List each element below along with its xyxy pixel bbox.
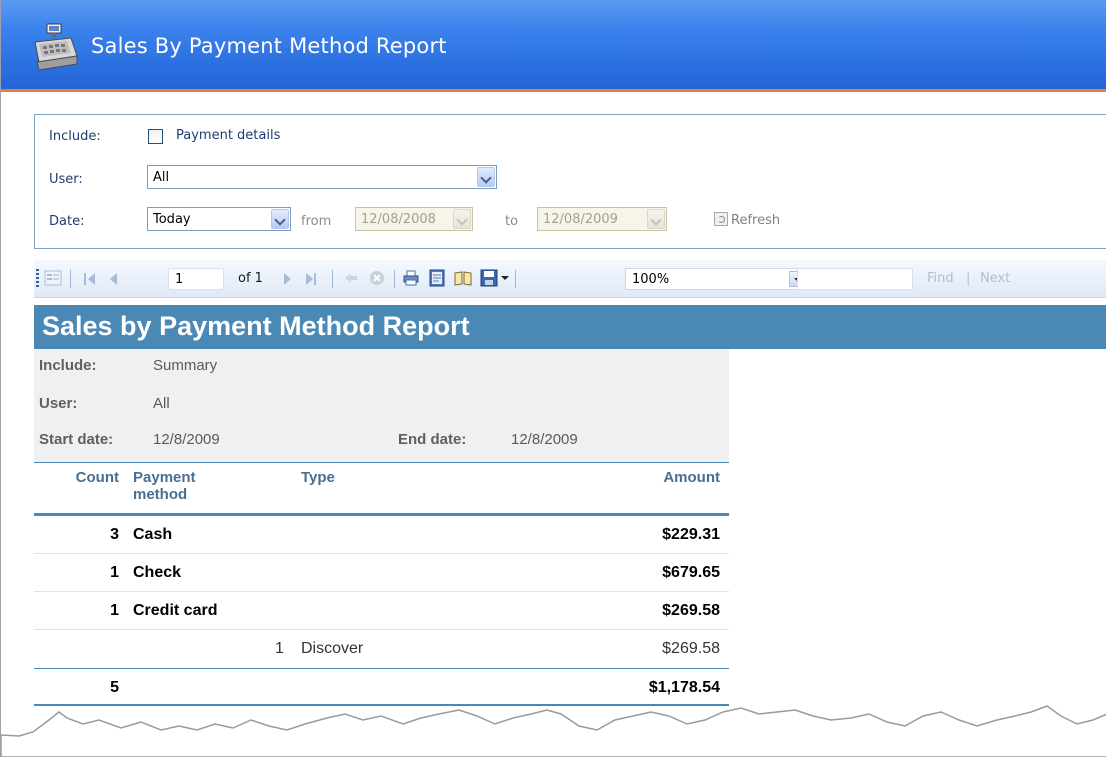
app-title: Sales By Payment Method Report	[91, 34, 447, 58]
detail-type: Discover	[301, 640, 364, 657]
row-payment-method: Credit card	[133, 602, 218, 619]
column-header-count: Count	[75, 469, 119, 486]
row-payment-method: Cash	[133, 526, 173, 543]
refresh-icon	[714, 212, 728, 226]
filter-panel: Include: Payment details User: All Date:…	[34, 114, 1106, 249]
table-detail-row: 1 Discover $269.58	[34, 630, 729, 668]
find-separator: |	[966, 271, 971, 286]
param-user-label: User:	[39, 395, 78, 412]
param-include-label: Include:	[39, 357, 97, 374]
page-number-input[interactable]: 1	[168, 268, 224, 290]
column-header-amount: Amount	[663, 469, 720, 486]
find-link[interactable]: Find	[927, 271, 954, 286]
parameters-toggle-icon[interactable]	[44, 269, 62, 287]
first-page-icon[interactable]	[82, 260, 98, 298]
print-icon[interactable]	[402, 269, 420, 287]
table-header: Count Payment method Type Amount	[34, 462, 729, 516]
stop-icon[interactable]	[368, 269, 386, 287]
zoom-select[interactable]: 100%	[625, 268, 808, 290]
payment-details-label[interactable]: Payment details	[176, 128, 280, 143]
include-label: Include:	[49, 129, 101, 144]
cash-register-icon	[34, 23, 78, 71]
detail-count: 1	[275, 640, 284, 657]
row-count: 1	[110, 564, 119, 581]
report-parameters: Include: Summary User: All Start date: 1…	[34, 349, 729, 462]
report-toolbar: 1 of 1 100% Find | Next	[34, 260, 1106, 298]
next-page-icon[interactable]	[282, 260, 294, 298]
row-count: 3	[110, 526, 119, 543]
page-setup-icon[interactable]	[454, 269, 472, 287]
save-icon[interactable]	[480, 269, 498, 287]
param-include-value: Summary	[153, 357, 218, 374]
zoom-value: 100%	[632, 272, 670, 287]
print-layout-icon[interactable]	[428, 269, 446, 287]
user-select[interactable]: All	[147, 165, 497, 189]
param-user-value: All	[153, 395, 170, 412]
column-header-payment-method-line1: Payment	[133, 469, 196, 486]
table-row: 3 Cash $229.31	[34, 516, 729, 554]
torn-edge-decoration	[1, 705, 1106, 757]
table-row: 1 Credit card $269.58	[34, 592, 729, 630]
toolbar-separator	[394, 270, 395, 288]
refresh-button[interactable]: Refresh	[714, 212, 780, 228]
row-payment-method: Check	[133, 564, 182, 581]
to-label: to	[505, 214, 519, 229]
from-date-picker[interactable]: 12/08/2008	[355, 207, 473, 231]
to-date-value: 12/08/2009	[543, 212, 618, 227]
page-number-value: 1	[175, 272, 184, 287]
page-count-label: of 1	[238, 271, 263, 286]
date-range-select[interactable]: Today	[147, 207, 291, 231]
app-header: Sales By Payment Method Report	[1, 0, 1106, 92]
column-header-type: Type	[301, 469, 335, 486]
chevron-down-icon[interactable]	[271, 209, 289, 229]
next-link[interactable]: Next	[980, 271, 1010, 286]
report-title: Sales by Payment Method Report	[42, 311, 470, 341]
export-dropdown-icon[interactable]	[501, 276, 509, 280]
row-amount: $229.31	[662, 526, 720, 543]
to-date-picker[interactable]: 12/08/2009	[537, 207, 667, 231]
find-input[interactable]	[797, 268, 913, 290]
from-date-value: 12/08/2008	[361, 212, 436, 227]
row-amount: $269.58	[662, 602, 720, 619]
row-amount: $679.65	[662, 564, 720, 581]
toolbar-separator	[332, 270, 333, 288]
param-start-label: Start date:	[39, 431, 114, 448]
detail-amount: $269.58	[662, 640, 720, 657]
date-label: Date:	[49, 214, 85, 229]
report-title-bar: Sales by Payment Method Report	[34, 305, 1106, 349]
user-label: User:	[49, 172, 83, 187]
table-row: 1 Check $679.65	[34, 554, 729, 592]
param-end-value: 12/8/2009	[511, 431, 578, 448]
toolbar-separator	[515, 270, 516, 288]
app-window: Sales By Payment Method Report Include: …	[0, 0, 1106, 757]
toolbar-grip[interactable]	[36, 269, 39, 287]
payment-details-checkbox[interactable]	[148, 129, 163, 144]
param-start-value: 12/8/2009	[153, 431, 220, 448]
chevron-down-icon[interactable]	[477, 167, 495, 187]
chevron-down-icon[interactable]	[647, 209, 665, 229]
toolbar-separator	[70, 270, 71, 288]
last-page-icon[interactable]	[304, 260, 320, 298]
user-select-value: All	[153, 170, 170, 185]
column-header-payment-method-line2: method	[133, 486, 188, 503]
back-icon[interactable]	[342, 269, 360, 287]
previous-page-icon[interactable]	[108, 260, 120, 298]
refresh-label: Refresh	[731, 213, 781, 228]
column-header-payment-method: Payment method	[133, 469, 196, 503]
chevron-down-icon[interactable]	[453, 209, 471, 229]
param-end-label: End date:	[398, 431, 467, 448]
from-label: from	[301, 214, 332, 229]
row-count: 1	[110, 602, 119, 619]
date-range-value: Today	[153, 212, 191, 227]
